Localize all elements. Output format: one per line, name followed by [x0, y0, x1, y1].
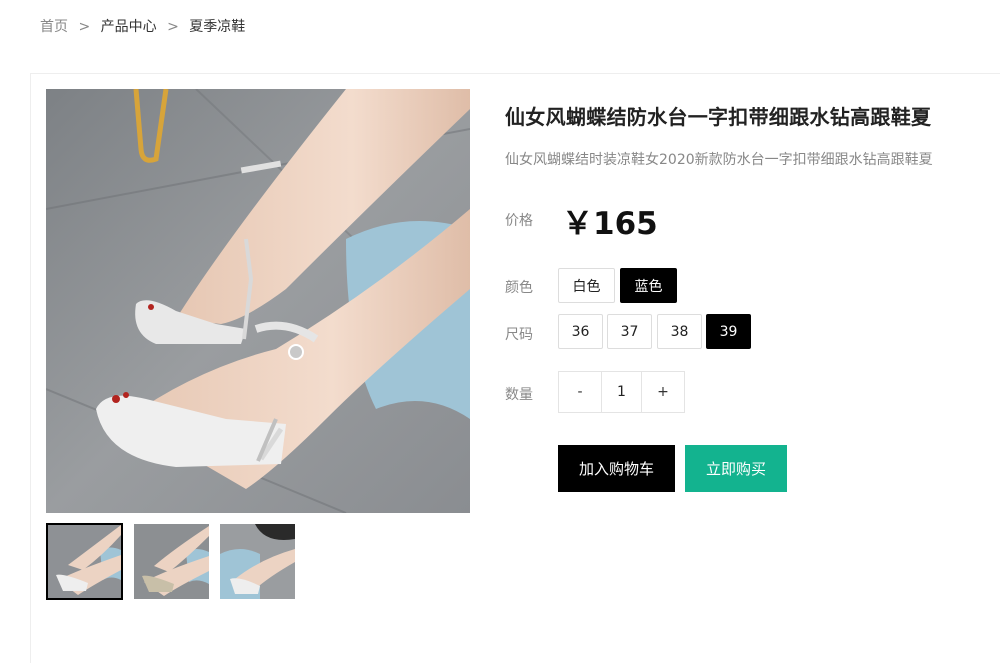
- size-option-36[interactable]: 36: [558, 314, 603, 349]
- thumbnail-2[interactable]: [134, 524, 209, 599]
- quantity-decrement-button[interactable]: -: [559, 372, 601, 412]
- breadcrumb: 首页 > 产品中心 > 夏季凉鞋: [40, 17, 245, 37]
- color-option-blue[interactable]: 蓝色: [620, 268, 677, 303]
- breadcrumb-current: 夏季凉鞋: [189, 19, 246, 35]
- color-label: 颜色: [505, 280, 533, 296]
- product-price: ￥165: [562, 206, 658, 242]
- product-title: 仙女风蝴蝶结防水台一字扣带细跟水钻高跟鞋夏: [505, 105, 932, 129]
- size-label: 尺码: [505, 327, 533, 343]
- add-to-cart-button[interactable]: 加入购物车: [558, 445, 675, 492]
- color-option-white[interactable]: 白色: [558, 268, 615, 303]
- sandal-photo: [46, 89, 470, 513]
- quantity-stepper: - 1 +: [558, 371, 685, 413]
- thumbnail-strip: [46, 523, 295, 600]
- sandal-photo-3: [220, 524, 295, 599]
- quantity-label: 数量: [505, 387, 533, 403]
- sandal-photo-2: [134, 524, 209, 599]
- product-subtitle: 仙女风蝴蝶结时装凉鞋女2020新款防水台一字扣带细跟水钻高跟鞋夏: [505, 152, 933, 168]
- breadcrumb-separator: >: [78, 19, 91, 35]
- product-main-image: [46, 89, 470, 513]
- size-option-38[interactable]: 38: [657, 314, 702, 349]
- size-option-37[interactable]: 37: [607, 314, 652, 349]
- breadcrumb-category-link[interactable]: 产品中心: [101, 19, 157, 35]
- sandal-photo-1: [48, 525, 121, 598]
- price-label: 价格: [505, 213, 533, 229]
- quantity-input[interactable]: 1: [601, 372, 642, 412]
- thumbnail-3[interactable]: [220, 524, 295, 599]
- quantity-increment-button[interactable]: +: [642, 372, 684, 412]
- size-option-39[interactable]: 39: [706, 314, 751, 349]
- breadcrumb-home-link[interactable]: 首页: [40, 19, 68, 35]
- buy-now-button[interactable]: 立即购买: [685, 445, 787, 492]
- breadcrumb-separator: >: [167, 19, 179, 35]
- thumbnail-1[interactable]: [46, 523, 123, 600]
